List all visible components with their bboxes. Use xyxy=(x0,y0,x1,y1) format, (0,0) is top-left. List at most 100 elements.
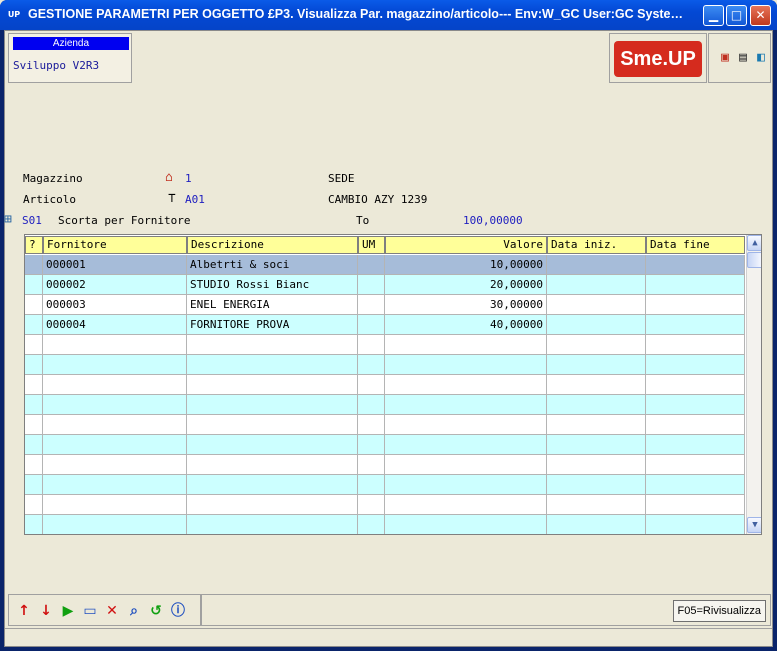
cell-fornitore[interactable] xyxy=(43,455,187,475)
cell-select[interactable] xyxy=(25,295,43,315)
cell-data-fine[interactable] xyxy=(646,255,745,275)
cell-um[interactable] xyxy=(358,355,385,375)
cell-descrizione[interactable] xyxy=(187,375,358,395)
cell-valore[interactable] xyxy=(385,415,547,435)
cell-fornitore[interactable]: 000004 xyxy=(43,315,187,335)
cell-fornitore[interactable]: 000001 xyxy=(43,255,187,275)
cell-um[interactable] xyxy=(358,475,385,495)
table-row[interactable] xyxy=(25,455,745,475)
col-header-valore[interactable]: Valore xyxy=(385,236,547,254)
scroll-thumb[interactable] xyxy=(747,252,761,268)
cell-um[interactable] xyxy=(358,495,385,515)
cell-data-fine[interactable] xyxy=(646,395,745,415)
cell-select[interactable] xyxy=(25,255,43,275)
scroll-up-icon[interactable]: ▲ xyxy=(747,235,761,251)
cell-descrizione[interactable]: FORNITORE PROVA xyxy=(187,315,358,335)
cell-data-iniz[interactable] xyxy=(547,515,646,534)
cell-data-iniz[interactable] xyxy=(547,475,646,495)
cell-valore[interactable] xyxy=(385,515,547,534)
app-icon[interactable]: UP xyxy=(6,7,22,23)
cell-data-fine[interactable] xyxy=(646,355,745,375)
cell-um[interactable] xyxy=(358,375,385,395)
cell-data-fine[interactable] xyxy=(646,315,745,335)
col-header-data-fine[interactable]: Data fine xyxy=(646,236,745,254)
cell-data-fine[interactable] xyxy=(646,495,745,515)
window-icon[interactable]: ▭ xyxy=(81,601,99,621)
table-row[interactable] xyxy=(25,335,745,355)
cell-data-iniz[interactable] xyxy=(547,335,646,355)
monitor-icon[interactable]: ▣ xyxy=(717,50,733,66)
cell-valore[interactable]: 30,00000 xyxy=(385,295,547,315)
cell-data-iniz[interactable] xyxy=(547,395,646,415)
cell-select[interactable] xyxy=(25,395,43,415)
cell-um[interactable] xyxy=(358,295,385,315)
col-header-descrizione[interactable]: Descrizione xyxy=(187,236,358,254)
cell-fornitore[interactable] xyxy=(43,335,187,355)
cell-data-iniz[interactable] xyxy=(547,495,646,515)
cell-um[interactable] xyxy=(358,435,385,455)
cell-data-iniz[interactable] xyxy=(547,295,646,315)
cell-fornitore[interactable] xyxy=(43,495,187,515)
cell-descrizione[interactable]: ENEL ENERGIA xyxy=(187,295,358,315)
cell-select[interactable] xyxy=(25,335,43,355)
cell-fornitore[interactable] xyxy=(43,415,187,435)
table-row[interactable] xyxy=(25,395,745,415)
cell-select[interactable] xyxy=(25,315,43,335)
cell-data-fine[interactable] xyxy=(646,435,745,455)
cell-fornitore[interactable] xyxy=(43,355,187,375)
cell-data-fine[interactable] xyxy=(646,335,745,355)
cell-descrizione[interactable] xyxy=(187,495,358,515)
table-row[interactable] xyxy=(25,475,745,495)
cell-data-fine[interactable] xyxy=(646,275,745,295)
book-icon[interactable]: ◧ xyxy=(753,50,769,66)
cell-fornitore[interactable] xyxy=(43,375,187,395)
cell-um[interactable] xyxy=(358,395,385,415)
table-row[interactable]: 000003 ENEL ENERGIA 30,00000 xyxy=(25,295,745,315)
cell-fornitore[interactable] xyxy=(43,475,187,495)
arrow-up-icon[interactable]: ↑ xyxy=(15,601,33,621)
scroll-down-icon[interactable]: ▼ xyxy=(747,517,761,533)
title-bar[interactable]: UP GESTIONE PARAMETRI PER OGGETTO £P3. V… xyxy=(0,0,777,30)
cell-valore[interactable] xyxy=(385,435,547,455)
play-icon[interactable]: ▶ xyxy=(59,601,77,621)
cell-valore[interactable] xyxy=(385,475,547,495)
table-row[interactable]: 000002 STUDIO Rossi Bianc 20,00000 xyxy=(25,275,745,295)
scorta-code[interactable]: S01 xyxy=(22,214,42,227)
cell-select[interactable] xyxy=(25,275,43,295)
cell-descrizione[interactable] xyxy=(187,455,358,475)
cell-valore[interactable]: 20,00000 xyxy=(385,275,547,295)
table-row[interactable] xyxy=(25,355,745,375)
refresh-icon[interactable]: ↺ xyxy=(147,601,165,621)
table-row[interactable] xyxy=(25,515,745,534)
cell-data-iniz[interactable] xyxy=(547,255,646,275)
cell-valore[interactable] xyxy=(385,455,547,475)
cell-valore[interactable]: 10,00000 xyxy=(385,255,547,275)
cell-data-iniz[interactable] xyxy=(547,315,646,335)
cell-descrizione[interactable] xyxy=(187,355,358,375)
cell-data-fine[interactable] xyxy=(646,415,745,435)
info-icon[interactable]: ⓘ xyxy=(169,601,187,621)
minimize-button[interactable]: ▁ xyxy=(703,5,724,26)
cell-select[interactable] xyxy=(25,455,43,475)
table-row[interactable] xyxy=(25,435,745,455)
cell-data-iniz[interactable] xyxy=(547,355,646,375)
cell-descrizione[interactable] xyxy=(187,435,358,455)
col-header-fornitore[interactable]: Fornitore xyxy=(43,236,187,254)
arrow-down-icon[interactable]: ↓ xyxy=(37,601,55,621)
search-icon[interactable]: ⌕ xyxy=(125,601,143,621)
cell-descrizione[interactable] xyxy=(187,475,358,495)
table-row[interactable]: 000001 Albetrti & soci 10,00000 xyxy=(25,255,745,275)
cell-valore[interactable] xyxy=(385,355,547,375)
col-header-um[interactable]: UM xyxy=(358,236,385,254)
cell-select[interactable] xyxy=(25,355,43,375)
cell-data-iniz[interactable] xyxy=(547,415,646,435)
cell-select[interactable] xyxy=(25,475,43,495)
cell-descrizione[interactable]: Albetrti & soci xyxy=(187,255,358,275)
table-row[interactable] xyxy=(25,415,745,435)
cell-select[interactable] xyxy=(25,435,43,455)
table-row[interactable]: 000004 FORNITORE PROVA 40,00000 xyxy=(25,315,745,335)
cell-select[interactable] xyxy=(25,415,43,435)
cell-select[interactable] xyxy=(25,375,43,395)
cell-valore[interactable] xyxy=(385,395,547,415)
cell-descrizione[interactable] xyxy=(187,515,358,534)
